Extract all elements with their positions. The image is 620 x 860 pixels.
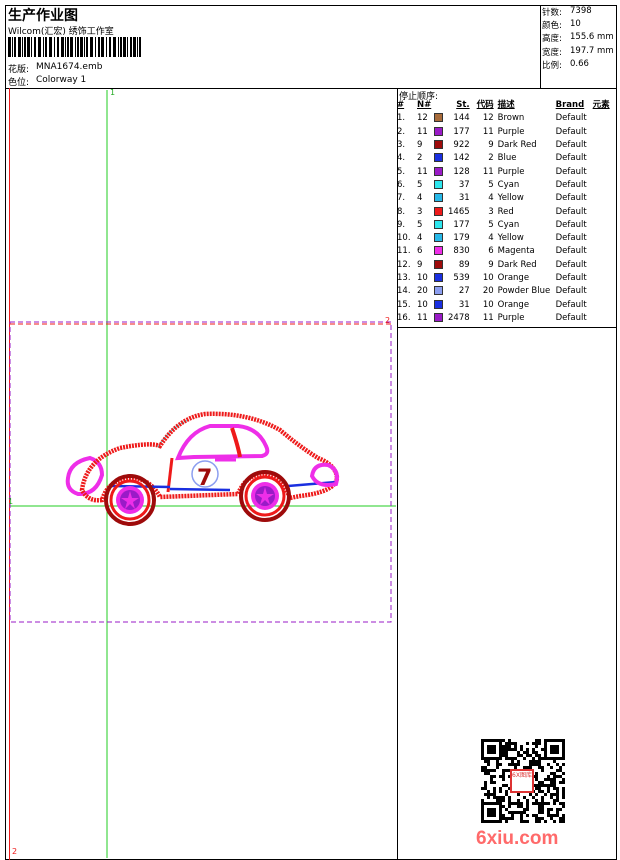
- car-number: 7: [197, 466, 212, 491]
- design-canvas: 7: [9, 90, 396, 858]
- marker-2-right: 2: [385, 316, 391, 325]
- marker-2-bottom: 2: [12, 847, 18, 856]
- car-design: 7: [65, 411, 340, 526]
- front-wheel: [239, 470, 291, 522]
- watermark-site: 6xiu.com: [476, 828, 559, 849]
- rear-wheel: [104, 474, 156, 526]
- window-pillar: [230, 427, 242, 458]
- seal-text: 6X图库: [512, 772, 532, 779]
- marker-1-left: 1: [8, 497, 14, 506]
- car-window: [175, 424, 270, 461]
- marker-1-top: 1: [110, 88, 116, 97]
- seal-stamp: 6X图库: [510, 769, 534, 793]
